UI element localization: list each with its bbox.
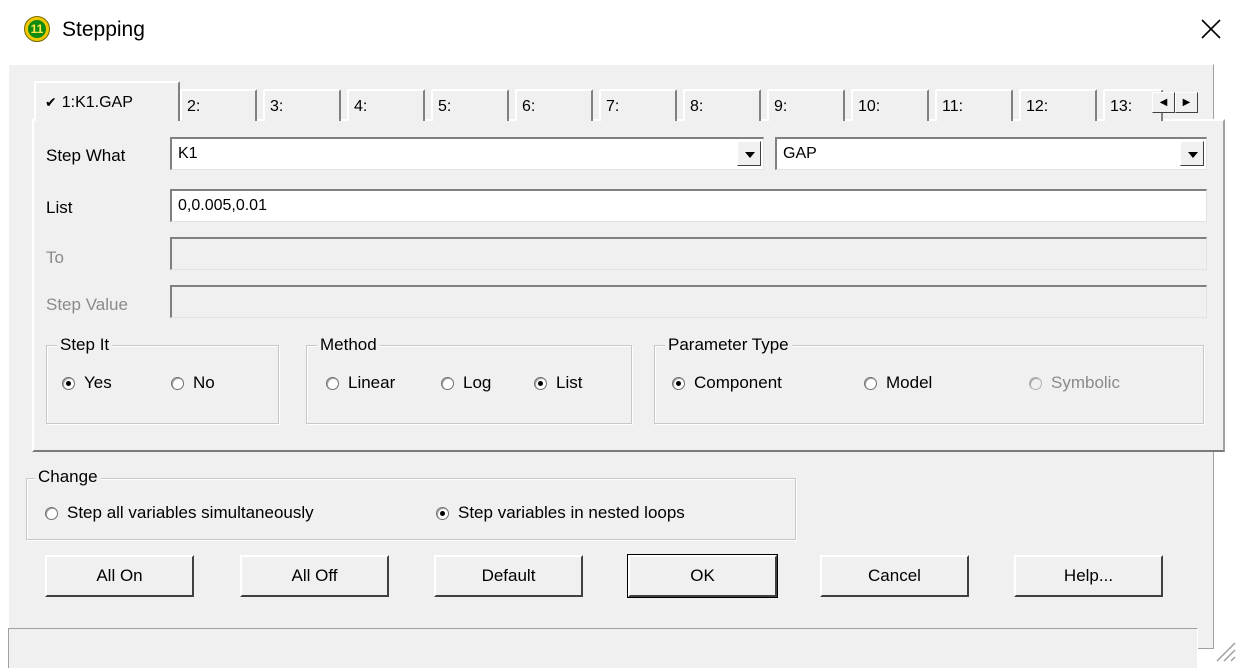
step-what-parameter-combo[interactable]: GAP xyxy=(775,137,1207,170)
list-input[interactable]: 0,0.005,0.01 xyxy=(170,189,1207,222)
resize-grip-icon[interactable] xyxy=(1208,634,1236,662)
parameter-type-symbolic-radio: Symbolic xyxy=(1029,373,1120,393)
parameter-type-model-radio[interactable]: Model xyxy=(864,373,932,393)
all-off-button[interactable]: All Off xyxy=(240,555,389,597)
tab-9[interactable]: 9: xyxy=(767,89,845,121)
step-value-input xyxy=(170,285,1207,318)
tab-4[interactable]: 4: xyxy=(347,89,425,121)
chevron-down-icon[interactable] xyxy=(1180,141,1204,166)
tab-8[interactable]: 8: xyxy=(683,89,761,121)
tab-7[interactable]: 7: xyxy=(599,89,677,121)
step-it-legend: Step It xyxy=(57,335,113,355)
method-linear-radio[interactable]: Linear xyxy=(326,373,395,393)
window-title: Stepping xyxy=(62,18,145,41)
step-what-label: Step What xyxy=(46,146,126,165)
ok-button[interactable]: OK xyxy=(627,554,778,598)
step-it-yes-radio[interactable]: Yes xyxy=(62,373,112,393)
tab-10[interactable]: 10: xyxy=(851,89,929,121)
tab-6[interactable]: 6: xyxy=(515,89,593,121)
to-label: To xyxy=(46,248,64,267)
parameter-type-legend: Parameter Type xyxy=(665,335,792,355)
tab-1[interactable]: ✔ 1:K1.GAP xyxy=(34,81,180,121)
list-label: List xyxy=(46,198,73,217)
default-button[interactable]: Default xyxy=(434,555,583,597)
to-input xyxy=(170,237,1207,270)
change-legend: Change xyxy=(35,467,101,487)
status-bar xyxy=(8,628,1198,668)
cancel-button[interactable]: Cancel xyxy=(820,555,969,597)
chevron-down-icon[interactable] xyxy=(737,141,761,166)
step-value-label: Step Value xyxy=(46,295,128,314)
change-nested-radio[interactable]: Step variables in nested loops xyxy=(436,503,685,523)
tab-2[interactable]: 2: xyxy=(180,89,257,121)
scroll-right-icon[interactable]: ▶ xyxy=(1175,92,1198,113)
tab-12[interactable]: 12: xyxy=(1019,89,1097,121)
close-icon[interactable] xyxy=(1196,14,1226,44)
tab-11[interactable]: 11: xyxy=(935,89,1013,121)
help-button[interactable]: Help... xyxy=(1014,555,1163,597)
checkmark-icon: ✔ xyxy=(45,94,57,110)
change-simultaneous-radio[interactable]: Step all variables simultaneously xyxy=(45,503,314,523)
tab-scroll-buttons: ◀ ▶ xyxy=(1152,92,1198,113)
parameter-type-component-radio[interactable]: Component xyxy=(672,373,782,393)
method-legend: Method xyxy=(317,335,380,355)
method-list-radio[interactable]: List xyxy=(534,373,582,393)
app-icon: 11 xyxy=(24,16,50,42)
step-what-component-combo[interactable]: K1 xyxy=(170,137,764,170)
step-it-no-radio[interactable]: No xyxy=(171,373,215,393)
scroll-left-icon[interactable]: ◀ xyxy=(1152,92,1175,113)
all-on-button[interactable]: All On xyxy=(45,555,194,597)
method-log-radio[interactable]: Log xyxy=(441,373,491,393)
tab-5[interactable]: 5: xyxy=(431,89,509,121)
tab-3[interactable]: 3: xyxy=(263,89,341,121)
